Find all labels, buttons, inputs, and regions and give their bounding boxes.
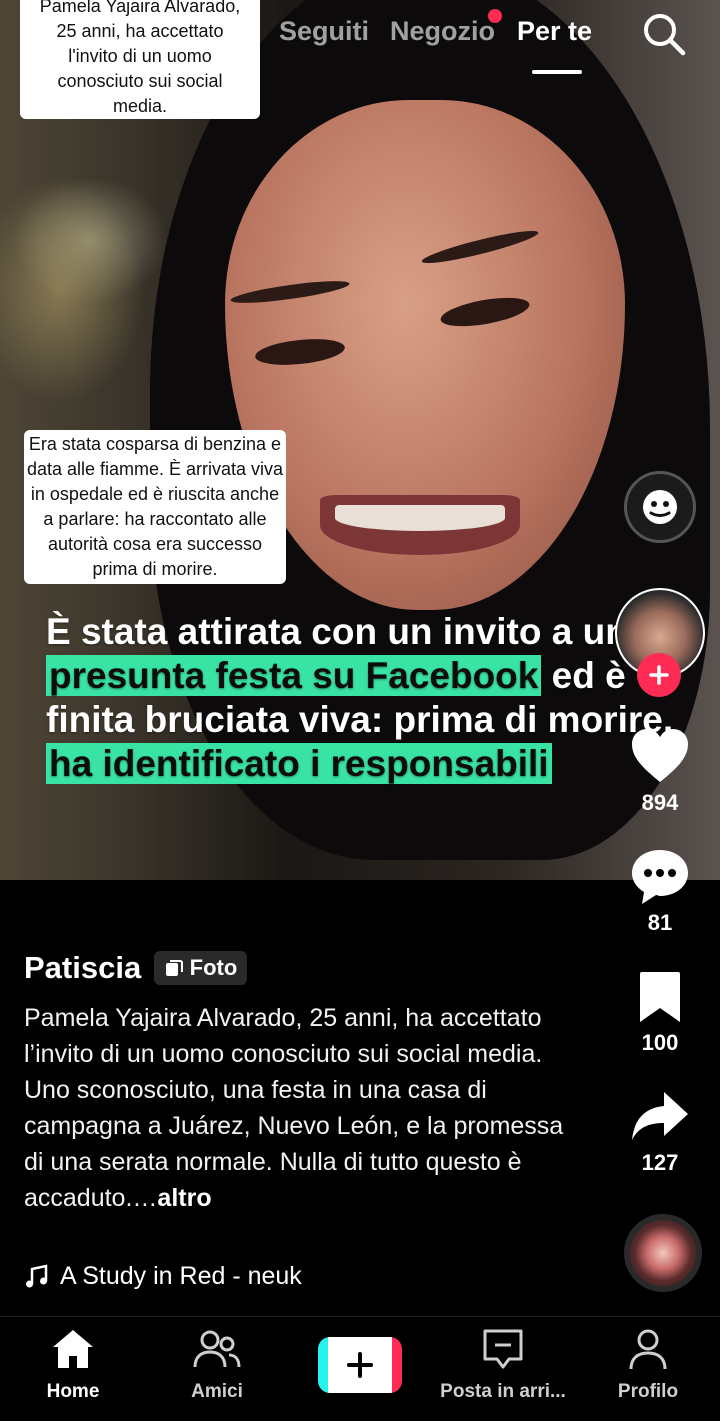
create-button[interactable] — [318, 1337, 402, 1393]
text-sticker-middle: Era stata cosparsa di benzina e data all… — [24, 430, 286, 584]
save-count: 100 — [641, 1030, 679, 1055]
nav-inbox-label: Posta in arri... — [440, 1381, 566, 1402]
caption-header: Patiscia Foto — [24, 950, 604, 986]
music-disc-icon[interactable] — [624, 1214, 702, 1292]
nav-friends-label: Amici — [191, 1381, 243, 1402]
inbox-icon — [483, 1329, 523, 1369]
tab-seguiti[interactable]: Seguiti — [279, 16, 369, 47]
music-info[interactable]: A Study in Red - neuk — [24, 1262, 302, 1291]
sticker-line: media. — [112, 96, 168, 116]
photo-stack-icon — [165, 960, 183, 976]
author-name[interactable]: Patiscia — [24, 950, 141, 986]
caption-body: Pamela Yajaira Alvarado, 25 anni, ha acc… — [24, 1004, 564, 1212]
tab-per-te[interactable]: Per te — [517, 16, 592, 47]
share-count: 127 — [641, 1150, 679, 1175]
caption-text[interactable]: Pamela Yajaira Alvarado, 25 anni, ha acc… — [24, 1000, 584, 1216]
nav-profile[interactable]: Profilo — [573, 1327, 720, 1403]
nav-friends[interactable]: Amici — [142, 1327, 292, 1403]
tab-negozio[interactable]: Negozio — [390, 16, 495, 47]
headline-highlight: ha identificato i responsabili — [46, 743, 552, 784]
comment-count: 81 — [647, 910, 673, 935]
top-navigation: Seguiti Negozio Per te — [0, 0, 720, 80]
home-icon — [53, 1330, 93, 1368]
nav-profile-label: Profilo — [617, 1381, 679, 1402]
follow-plus-icon[interactable] — [637, 653, 681, 697]
photo-teeth — [335, 505, 505, 531]
like-count: 894 — [641, 790, 679, 815]
more-link[interactable]: altro — [157, 1184, 211, 1212]
reaction-face-icon[interactable] — [624, 471, 696, 543]
plus-icon — [347, 1352, 373, 1378]
photo-mode-label: Foto — [189, 955, 238, 980]
nav-home-label: Home — [46, 1381, 100, 1402]
headline-overlay: È stata attirata con un invito a una pre… — [46, 610, 686, 786]
heart-icon[interactable] — [630, 728, 690, 784]
photo-mode-tag: Foto — [153, 951, 248, 985]
share-icon[interactable] — [630, 1090, 690, 1142]
bottom-navigation: Home Amici Posta in arri... Profilo — [0, 1316, 720, 1421]
profile-icon — [629, 1329, 667, 1370]
search-icon[interactable] — [640, 10, 688, 58]
headline-text: È stata attirata con un invito a una — [46, 611, 649, 652]
bookmark-icon[interactable] — [638, 970, 682, 1024]
comment-icon[interactable] — [630, 848, 690, 906]
music-note-icon — [26, 1263, 48, 1287]
music-title: A Study in Red - neuk — [60, 1262, 302, 1290]
nav-home[interactable]: Home — [0, 1327, 148, 1403]
friends-icon — [193, 1330, 241, 1368]
active-tab-indicator — [532, 70, 582, 74]
headline-highlight: presunta festa su Facebook — [46, 655, 542, 696]
notification-dot — [488, 9, 502, 23]
nav-inbox[interactable]: Posta in arri... — [428, 1327, 578, 1403]
